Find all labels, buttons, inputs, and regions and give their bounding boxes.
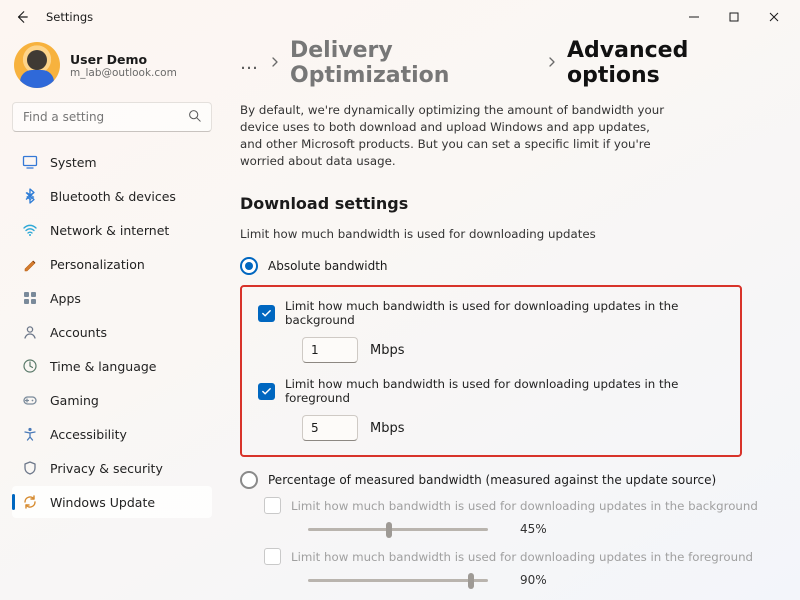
sidebar-item-label: Apps — [50, 291, 81, 306]
sidebar-item-gaming[interactable]: Gaming — [12, 384, 212, 416]
profile-email: m_lab@outlook.com — [70, 67, 177, 79]
chevron-right-icon — [547, 56, 557, 70]
paint-icon — [22, 256, 38, 272]
radio-checked-icon — [240, 257, 258, 275]
sidebar: User Demo m_lab@outlook.com System Bluet… — [0, 34, 222, 600]
bluetooth-icon — [22, 188, 38, 204]
minimize-icon — [689, 12, 699, 22]
sidebar-item-network[interactable]: Network & internet — [12, 214, 212, 246]
system-icon — [22, 154, 38, 170]
sidebar-item-label: Privacy & security — [50, 461, 163, 476]
window-title: Settings — [46, 10, 93, 24]
maximize-button[interactable] — [714, 2, 754, 32]
profile-card[interactable]: User Demo m_lab@outlook.com — [12, 38, 212, 102]
highlighted-box: Limit how much bandwidth is used for dow… — [240, 285, 742, 457]
profile-name: User Demo — [70, 52, 177, 67]
sidebar-item-label: Accounts — [50, 325, 107, 340]
sidebar-item-label: Personalization — [50, 257, 145, 272]
download-settings-sub: Limit how much bandwidth is used for dow… — [240, 227, 770, 241]
checkbox-label: Limit how much bandwidth is used for dow… — [285, 299, 724, 327]
search-box[interactable] — [12, 102, 212, 132]
pct-fg-slider — [308, 571, 488, 589]
unit-label: Mbps — [370, 421, 405, 436]
sidebar-item-personalization[interactable]: Personalization — [12, 248, 212, 280]
shield-icon — [22, 460, 38, 476]
sidebar-nav: System Bluetooth & devices Network & int… — [12, 146, 212, 518]
pct-fg-value: 90% — [520, 573, 560, 587]
close-icon — [769, 12, 779, 22]
checkbox-label: Limit how much bandwidth is used for dow… — [291, 499, 758, 513]
page-description: By default, we're dynamically optimizing… — [240, 102, 670, 170]
radio-percentage-bandwidth[interactable]: Percentage of measured bandwidth (measur… — [240, 471, 770, 489]
radio-label: Absolute bandwidth — [268, 259, 388, 273]
sidebar-item-label: Time & language — [50, 359, 156, 374]
download-settings-heading: Download settings — [240, 194, 770, 213]
sidebar-item-accessibility[interactable]: Accessibility — [12, 418, 212, 450]
sidebar-item-privacy[interactable]: Privacy & security — [12, 452, 212, 484]
apps-icon — [22, 290, 38, 306]
minimize-button[interactable] — [674, 2, 714, 32]
sidebar-item-time[interactable]: Time & language — [12, 350, 212, 382]
chevron-right-icon — [270, 56, 280, 70]
sidebar-item-label: Gaming — [50, 393, 99, 408]
maximize-icon — [729, 12, 739, 22]
checkbox-bg-limit[interactable]: Limit how much bandwidth is used for dow… — [258, 299, 724, 327]
radio-absolute-bandwidth[interactable]: Absolute bandwidth — [240, 257, 770, 275]
gaming-icon — [22, 392, 38, 408]
search-icon — [188, 109, 201, 125]
content-pane: … Delivery Optimization Advanced options… — [222, 34, 800, 600]
clock-globe-icon — [22, 358, 38, 374]
radio-unchecked-icon — [240, 471, 258, 489]
checkbox-checked-icon — [258, 305, 275, 322]
fg-limit-input[interactable]: 5 — [302, 415, 358, 441]
unit-label: Mbps — [370, 343, 405, 358]
checkbox-pct-fg: Limit how much bandwidth is used for dow… — [264, 548, 770, 565]
update-icon — [22, 494, 38, 510]
title-bar: Settings — [0, 0, 800, 34]
wifi-icon — [22, 222, 38, 238]
percentage-block: Limit how much bandwidth is used for dow… — [264, 497, 770, 589]
breadcrumb-parent[interactable]: Delivery Optimization — [290, 38, 537, 88]
checkbox-fg-limit[interactable]: Limit how much bandwidth is used for dow… — [258, 377, 724, 405]
breadcrumb: … Delivery Optimization Advanced options — [240, 38, 770, 88]
bg-limit-input[interactable]: 1 — [302, 337, 358, 363]
checkbox-disabled-icon — [264, 497, 281, 514]
avatar — [14, 42, 60, 88]
sidebar-item-accounts[interactable]: Accounts — [12, 316, 212, 348]
sidebar-item-label: Network & internet — [50, 223, 169, 238]
back-arrow-icon — [15, 10, 29, 24]
sidebar-item-label: Windows Update — [50, 495, 155, 510]
breadcrumb-overflow-button[interactable]: … — [240, 53, 260, 74]
sidebar-item-bluetooth[interactable]: Bluetooth & devices — [12, 180, 212, 212]
checkbox-checked-icon — [258, 383, 275, 400]
search-input[interactable] — [23, 110, 188, 124]
radio-label: Percentage of measured bandwidth (measur… — [268, 473, 716, 487]
back-button[interactable] — [14, 9, 30, 25]
close-button[interactable] — [754, 2, 794, 32]
person-icon — [22, 324, 38, 340]
pct-bg-slider — [308, 520, 488, 538]
checkbox-disabled-icon — [264, 548, 281, 565]
sidebar-item-label: Accessibility — [50, 427, 127, 442]
checkbox-pct-bg: Limit how much bandwidth is used for dow… — [264, 497, 770, 514]
sidebar-item-apps[interactable]: Apps — [12, 282, 212, 314]
checkbox-label: Limit how much bandwidth is used for dow… — [291, 550, 753, 564]
sidebar-item-windows-update[interactable]: Windows Update — [12, 486, 212, 518]
sidebar-item-system[interactable]: System — [12, 146, 212, 178]
checkbox-label: Limit how much bandwidth is used for dow… — [285, 377, 724, 405]
page-title: Advanced options — [567, 38, 770, 88]
sidebar-item-label: System — [50, 155, 97, 170]
sidebar-item-label: Bluetooth & devices — [50, 189, 176, 204]
accessibility-icon — [22, 426, 38, 442]
window-controls — [674, 2, 794, 32]
pct-bg-value: 45% — [520, 522, 560, 536]
